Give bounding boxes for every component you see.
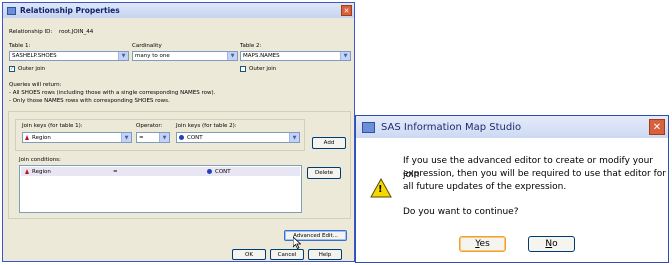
table1-label: Table 1: [9, 43, 31, 49]
close-icon[interactable]: ✕ [649, 119, 665, 135]
cardinality-value: many to one [135, 53, 170, 59]
sas-confirm-dialog: SAS Information Map Studio ✕ ! If you us… [355, 115, 669, 263]
join-keys-2-label: Join keys (for table 2): [176, 123, 237, 129]
join-keys-1-label: Join keys (for table 1): [22, 123, 83, 129]
operator-select[interactable]: = ▼ [136, 132, 170, 143]
relationship-properties-window: Relationship Properties ✕ Relationship I… [2, 2, 355, 262]
ok-button[interactable]: OK [232, 249, 266, 260]
yes-button[interactable]: Yes [459, 236, 506, 252]
delete-button[interactable]: Delete [307, 167, 341, 179]
join-editor-group: Join keys (for table 1): Region ▼ Operat… [8, 111, 351, 219]
condition-operator: = [113, 168, 118, 175]
key-triangle-icon [25, 135, 29, 140]
table1-value: SASHELP.SHOES [12, 53, 57, 59]
cancel-button[interactable]: Cancel [270, 249, 304, 260]
relationship-title: Relationship Properties [20, 6, 120, 15]
dropdown-arrow-icon[interactable]: ▼ [227, 52, 237, 60]
relationship-titlebar: Relationship Properties [3, 3, 354, 18]
join-keys-1-value: Region [32, 134, 51, 141]
queries-line2: - Only those NAMES rows with correspondi… [9, 98, 170, 104]
join-keys-2-value: CONT [187, 134, 203, 141]
join-conditions-list[interactable]: Region = CONT [19, 165, 302, 213]
table1-select[interactable]: SASHELP.SHOES ▼ [9, 51, 129, 61]
add-button[interactable]: Add [312, 137, 346, 149]
key-triangle-icon [25, 169, 29, 174]
join-conditions-label: Join conditions: [19, 157, 61, 163]
window-icon [7, 6, 16, 15]
join-keys-1-select[interactable]: Region ▼ [22, 132, 132, 143]
key-circle-icon [179, 135, 184, 140]
sas-dialog-message-line2: expression, then you will be required to… [403, 169, 666, 179]
dropdown-arrow-icon[interactable]: ▼ [340, 52, 350, 60]
dropdown-arrow-icon[interactable]: ▼ [121, 133, 131, 142]
condition-right: CONT [207, 169, 231, 175]
relationship-id-label: Relationship ID: [9, 29, 53, 35]
warning-glyph: ! [378, 184, 383, 195]
table2-label: Table 2: [240, 43, 262, 49]
queries-line1: - All SHOES rows (including those with a… [9, 90, 216, 96]
key-circle-icon [207, 169, 212, 174]
cardinality-label: Cardinality [132, 43, 162, 49]
window-icon [362, 121, 375, 133]
dropdown-arrow-icon[interactable]: ▼ [159, 133, 169, 142]
sas-dialog-title: SAS Information Map Studio [381, 121, 522, 133]
sas-dialog-message-line3: all future updates of the expression. [403, 182, 567, 192]
join-condition-row[interactable]: Region = CONT [21, 167, 300, 176]
sas-dialog-titlebar: SAS Information Map Studio [356, 116, 668, 138]
table2-select[interactable]: MAPS.NAMES ▼ [240, 51, 351, 61]
outer-join-2-checkbox[interactable] [240, 66, 246, 72]
condition-left: Region [25, 169, 51, 175]
operator-label: Operator: [136, 123, 163, 129]
dropdown-arrow-icon[interactable]: ▼ [118, 52, 128, 60]
outer-join-2-label: Outer join [249, 66, 277, 72]
cursor-icon [293, 237, 301, 249]
queries-summary-box: Queries will return: - All SHOES rows (i… [8, 79, 351, 111]
sas-dialog-question: Do you want to continue? [403, 207, 519, 217]
queries-title: Queries will return: [9, 82, 62, 88]
cardinality-select[interactable]: many to one ▼ [132, 51, 238, 61]
dropdown-arrow-icon[interactable]: ▼ [289, 133, 299, 142]
operator-value: = [139, 134, 144, 141]
relationship-id-value: root.JOIN_44 [59, 29, 94, 35]
no-button[interactable]: No [528, 236, 575, 252]
outer-join-1-checkbox[interactable]: ✓ [9, 66, 15, 72]
outer-join-1-label: Outer join [18, 66, 46, 72]
close-icon[interactable]: ✕ [341, 5, 352, 16]
join-keys-group: Join keys (for table 1): Region ▼ Operat… [15, 119, 305, 151]
join-keys-2-select[interactable]: CONT ▼ [176, 132, 300, 143]
help-button[interactable]: Help [308, 249, 342, 260]
table2-value: MAPS.NAMES [243, 53, 280, 59]
